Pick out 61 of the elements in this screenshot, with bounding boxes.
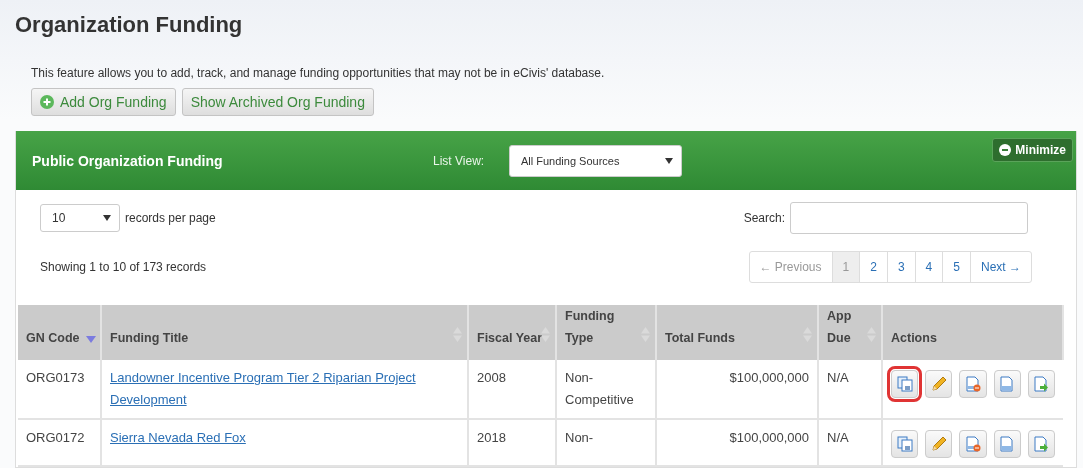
edit-action-button[interactable] xyxy=(925,430,953,458)
page-title: Organization Funding xyxy=(15,12,244,38)
pencil-icon xyxy=(930,436,947,452)
pagination-link[interactable]: Next → xyxy=(970,252,1031,282)
document-arrow-icon xyxy=(1033,436,1050,452)
table-cell: N/A xyxy=(818,360,882,419)
list-view-select[interactable]: All Funding Sources xyxy=(509,144,682,177)
list-view-label: List View: xyxy=(433,153,486,168)
column-header[interactable]: Funding Type xyxy=(556,305,656,360)
add-org-funding-button[interactable]: Add Org Funding xyxy=(31,88,176,116)
pagination-link[interactable]: 5 xyxy=(942,252,970,282)
table-cell: Non-Competitive xyxy=(556,360,656,419)
document-icon xyxy=(999,376,1016,392)
pencil-icon xyxy=(930,376,947,392)
document-action-button[interactable] xyxy=(993,430,1021,458)
column-header[interactable]: Fiscal Year xyxy=(468,305,556,360)
export-action-button[interactable] xyxy=(1027,370,1055,398)
table-cell: ORG0173 xyxy=(18,360,101,419)
column-header[interactable]: Total Funds xyxy=(656,305,818,360)
description-text: This feature allows you to add, track, and manage funding opportunities that may not be in eCivis' database. xyxy=(31,66,606,80)
table-cell: 2008 xyxy=(468,360,556,419)
document-minus-icon xyxy=(965,376,981,392)
table-cell: ORG0172 xyxy=(18,419,101,466)
export-action-button[interactable] xyxy=(1027,430,1055,458)
pagination-link[interactable]: 4 xyxy=(914,252,943,282)
search-field[interactable] xyxy=(790,202,1028,234)
caret-icon xyxy=(665,157,673,164)
column-header[interactable]: Actions xyxy=(882,305,1063,360)
copy-icon xyxy=(896,436,913,452)
page-size-select[interactable]: 10 xyxy=(40,204,120,232)
copy-action-button[interactable] xyxy=(891,430,919,458)
pagination-link[interactable]: 2 xyxy=(859,252,887,282)
table-cell: Non- xyxy=(556,419,656,466)
records-summary: Showing 1 to 10 of 173 records xyxy=(40,260,207,274)
edit-action-button[interactable] xyxy=(925,370,953,398)
pagination-link[interactable]: 3 xyxy=(886,252,915,282)
remove-action-button[interactable] xyxy=(959,430,987,458)
copy-icon xyxy=(896,376,913,392)
panel-title: Public Organization Funding xyxy=(32,152,224,169)
column-header[interactable]: App Due xyxy=(818,305,882,360)
column-header[interactable]: GN Code xyxy=(18,305,101,360)
show-archived-button[interactable]: Show Archived Org Funding xyxy=(181,88,374,116)
remove-action-button[interactable] xyxy=(959,370,987,398)
table-cell: $100,000,000 xyxy=(656,360,818,419)
document-action-button[interactable] xyxy=(993,370,1021,398)
search-label: Search: xyxy=(743,211,785,225)
column-header[interactable]: Funding Title xyxy=(101,305,468,360)
page-size-label: records per page xyxy=(125,211,216,225)
funding-title-link[interactable]: Sierra Nevada Red Fox xyxy=(110,427,246,449)
table-cell: $100,000,000 xyxy=(656,419,818,466)
funding-title-link[interactable]: Landowner Incentive Program Tier 2 Riparian Project Development xyxy=(110,367,459,411)
document-icon xyxy=(999,436,1016,452)
minus-circle-icon xyxy=(999,144,1012,156)
sort-descending-icon xyxy=(86,336,96,343)
plus-circle-icon xyxy=(40,95,54,109)
document-minus-icon xyxy=(965,436,981,452)
table-cell: N/A xyxy=(818,419,882,466)
table-cell: 2018 xyxy=(468,419,556,466)
document-arrow-icon xyxy=(1033,376,1050,392)
minimize-button[interactable]: Minimize xyxy=(992,138,1073,162)
caret-icon xyxy=(103,215,111,221)
